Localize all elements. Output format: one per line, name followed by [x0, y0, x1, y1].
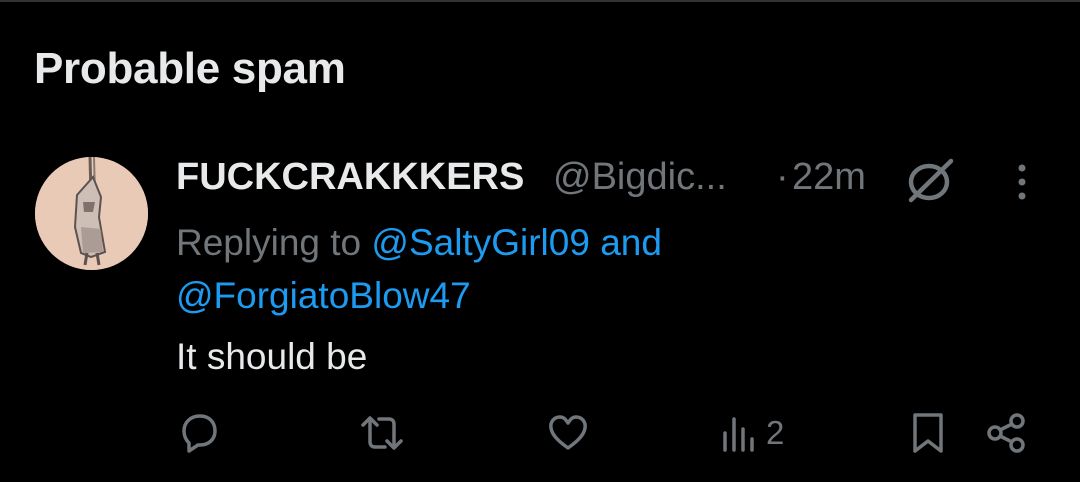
top-divider: [0, 0, 1080, 2]
mention-link[interactable]: @SaltyGirl09: [371, 222, 590, 263]
views-icon: [723, 417, 754, 452]
mention-conjunction[interactable]: and: [600, 222, 662, 263]
bookmark-button[interactable]: [908, 410, 948, 456]
tweet-header: FUCKCRAKKKERS @Bigdic... · 22m: [176, 156, 1066, 206]
retweet-button[interactable]: [358, 410, 406, 456]
replying-to-label: Replying to: [176, 222, 362, 263]
views-count: 2: [766, 414, 785, 451]
heart-icon: [549, 415, 587, 450]
mention-link[interactable]: @ForgiatoBlow47: [176, 275, 471, 316]
like-button[interactable]: [546, 410, 590, 456]
user-handle[interactable]: @Bigdic...: [553, 156, 727, 199]
avatar-image: [35, 157, 148, 270]
reply-button[interactable]: [176, 410, 222, 456]
reply-icon: [182, 414, 217, 453]
share-icon: [987, 413, 1025, 453]
views-button[interactable]: 2: [720, 410, 784, 456]
separator-dot: ·: [776, 156, 789, 198]
grok-slash-icon[interactable]: [903, 156, 959, 204]
avatar[interactable]: [35, 157, 148, 270]
display-name[interactable]: FUCKCRAKKKERS: [176, 156, 524, 199]
timestamp[interactable]: 22m: [792, 156, 866, 199]
retweet-icon: [361, 416, 403, 450]
bookmark-icon: [913, 413, 943, 453]
share-button[interactable]: [985, 410, 1029, 456]
section-title: Probable spam: [34, 44, 346, 93]
tweet-text: It should be: [176, 336, 368, 377]
more-vertical-icon[interactable]: [1012, 162, 1032, 202]
replying-to: Replying to @SaltyGirl09 and @ForgiatoBl…: [176, 216, 1036, 322]
